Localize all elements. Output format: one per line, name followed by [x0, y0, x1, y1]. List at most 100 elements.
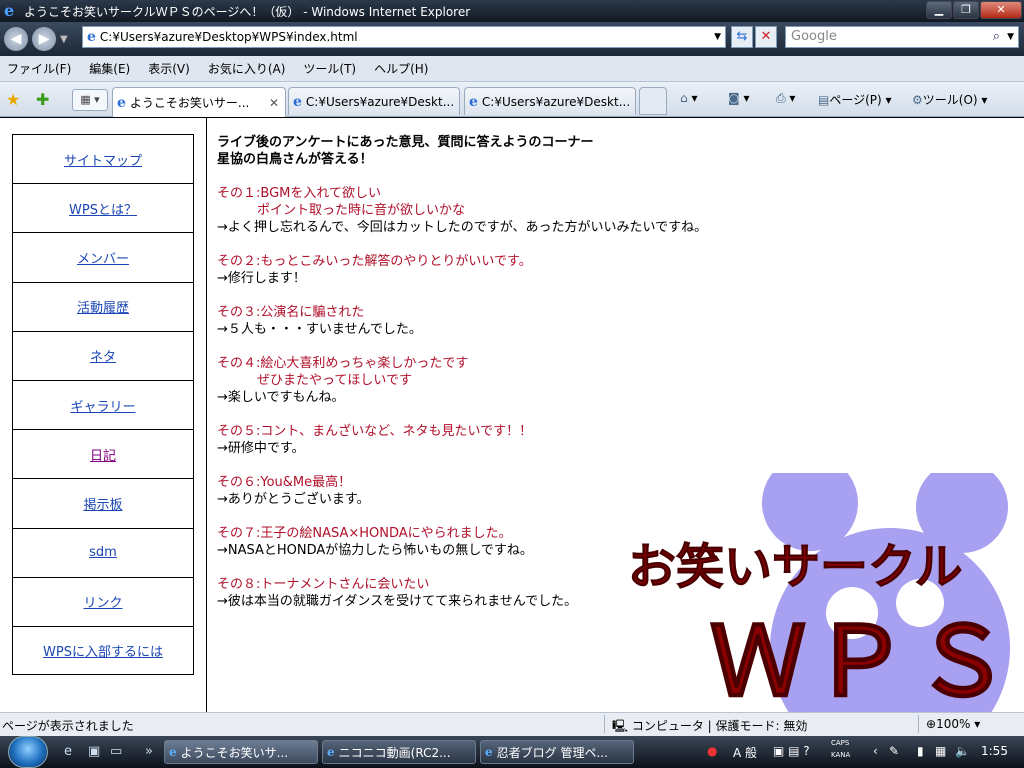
menu-view[interactable]: 表示(V) — [145, 58, 193, 79]
tools-menu-label: ツール(O) — [922, 93, 978, 107]
nav-link[interactable]: 日記 — [90, 445, 116, 464]
task-label: 忍者ブログ 管理ペ... — [496, 745, 608, 760]
tray-pen-icon[interactable]: ✎ — [889, 744, 899, 758]
ime-indicator[interactable]: A 般 — [733, 744, 757, 761]
start-button[interactable] — [8, 736, 48, 768]
answer: →修行します！ — [217, 271, 306, 286]
nav-link[interactable]: sdm — [89, 545, 117, 560]
search-placeholder: Google — [791, 29, 837, 44]
close-button[interactable]: ✕ — [980, 1, 1022, 19]
nav-item-sdm: sdm — [12, 527, 194, 577]
nav-link[interactable]: ギャラリー — [70, 396, 135, 415]
nav-link[interactable]: サイトマップ — [64, 150, 142, 169]
quicklaunch-ie-icon[interactable]: e — [64, 744, 72, 759]
menu-file[interactable]: ファイル(F) — [4, 58, 74, 79]
address-bar[interactable]: e C:¥Users¥azure¥Desktop¥WPS¥index.html … — [82, 26, 726, 48]
tab-3[interactable]: e C:¥Users¥azure¥Deskt... — [464, 87, 636, 115]
menu-tools[interactable]: ツール(T) — [300, 58, 359, 79]
taskbar: e ▣ ▭ » e ようこそお笑いサ... e ニコニコ動画(RC2... e … — [0, 736, 1024, 768]
clock[interactable]: 1:55 — [981, 744, 1008, 758]
logo-line-1: お笑いサークル — [628, 539, 963, 595]
tray-battery-icon[interactable]: ▮ — [917, 744, 924, 758]
question-continued: ポイント取った時に音が欲しいかな — [257, 203, 466, 218]
search-icon[interactable]: ⌕ — [993, 27, 1000, 47]
forward-button[interactable]: ▶ — [32, 27, 56, 51]
nav-link[interactable]: WPSに入部するには — [43, 641, 163, 660]
nav-item-bbs: 掲示板 — [12, 478, 194, 528]
print-icon[interactable]: ⎙ ▾ — [776, 91, 795, 106]
status-message: ページが表示されました — [2, 719, 134, 733]
network-icon[interactable]: ▦ — [935, 744, 946, 758]
nav-link[interactable]: WPSとは？ — [69, 199, 137, 218]
quicklaunch-more-icon[interactable]: » — [145, 744, 153, 759]
address-dropdown-icon[interactable]: ▼ — [714, 32, 721, 42]
new-tab-button[interactable] — [639, 87, 667, 115]
menu-help[interactable]: ヘルプ(H) — [371, 58, 431, 79]
tray-expand-icon[interactable]: ‹ — [873, 744, 878, 758]
minimize-button[interactable]: ▁ — [926, 1, 952, 19]
tray-app-icon[interactable]: ● — [707, 744, 717, 758]
question: その５:コント、まんざいなど、ネタも見たいです！！ — [217, 424, 533, 439]
feeds-icon[interactable]: ◙ ▾ — [728, 91, 750, 105]
nav-item-gallery: ギャラリー — [12, 379, 194, 430]
answer: →５人も・・・すいませんでした。 — [217, 322, 422, 337]
page-content: サイトマップ WPSとは？ メンバー 活動履歴 ネタ ギャラリー 日記 掲示板 … — [0, 118, 1024, 712]
gear-icon: ⚙ — [912, 93, 923, 107]
security-zone[interactable]: 🖳 コンピュータ | 保護モード: 無効 — [612, 717, 807, 738]
qa-item: その４:絵心大喜利めっちゃ楽しかったです ぜひまたやってほしいです →楽しいです… — [217, 355, 817, 406]
restore-button[interactable]: ❐ — [953, 1, 979, 19]
title-bar: e ようこそお笑いサークルＷＰＳのページへ！（仮） - Windows Inte… — [0, 0, 1024, 22]
system-tray: ● A 般 ▣ ▤ ? CAPS KANA ‹ ✎ ▮ ▦ 🔈 1:55 — [703, 736, 1024, 768]
back-button[interactable]: ◀ — [4, 27, 28, 51]
add-favorites-icon[interactable]: ✚ — [36, 90, 49, 109]
zoom-control[interactable]: ⊕100% ▾ — [926, 717, 980, 731]
nav-item-neta: ネタ — [12, 330, 194, 380]
taskbar-task-1[interactable]: e ようこそお笑いサ... — [164, 740, 318, 764]
stop-button[interactable]: ✕ — [755, 26, 777, 48]
tab-1[interactable]: e ようこそお笑いサー... ✕ — [112, 87, 286, 117]
ie-icon: e — [327, 745, 335, 759]
nav-link[interactable]: ネタ — [90, 346, 116, 365]
tab-bar: ★ ✚ ▦ ▾ e ようこそお笑いサー... ✕ e C:¥Users¥azur… — [0, 82, 1024, 117]
page-menu[interactable]: ▤ページ(P) ▾ — [818, 91, 892, 108]
favorites-star-icon[interactable]: ★ — [6, 90, 20, 109]
nav-link[interactable]: 掲示板 — [83, 494, 122, 513]
nav-item-sitemap: サイトマップ — [12, 134, 194, 184]
taskbar-task-2[interactable]: e ニコニコ動画(RC2... — [322, 740, 476, 764]
zoom-level: 100% — [936, 717, 971, 731]
page-menu-label: ページ(P) — [829, 93, 882, 107]
home-icon[interactable]: ⌂ ▾ — [680, 91, 697, 105]
menu-favorites[interactable]: お気に入り(A) — [205, 58, 289, 79]
search-dropdown-icon[interactable]: ▼ — [1007, 27, 1014, 47]
nav-link[interactable]: 活動履歴 — [77, 297, 129, 316]
search-box[interactable]: Google ⌕ ▼ — [785, 26, 1019, 48]
question: その４:絵心大喜利めっちゃ楽しかったです — [217, 356, 469, 371]
tab-label: C:¥Users¥azure¥Deskt... — [305, 94, 455, 109]
taskbar-task-3[interactable]: e 忍者ブログ 管理ペ... — [480, 740, 634, 764]
ie-icon: e — [4, 1, 15, 20]
nav-link[interactable]: メンバー — [77, 248, 129, 267]
nav-link[interactable]: リンク — [83, 592, 122, 611]
history-dropdown-icon[interactable]: ▼ — [60, 34, 68, 45]
tools-menu[interactable]: ⚙ツール(O) ▾ — [912, 91, 987, 108]
menu-edit[interactable]: 編集(E) — [86, 58, 133, 79]
intro-line-1: ライブ後のアンケートにあった意見、質問に答えようのコーナー — [217, 135, 594, 150]
tab-close-icon[interactable]: ✕ — [269, 96, 279, 110]
volume-icon[interactable]: 🔈 — [955, 744, 970, 758]
page-icon: e — [87, 29, 96, 45]
refresh-button[interactable]: ⇆ — [731, 26, 753, 48]
tray-icons[interactable]: ▣ ▤ ? — [773, 744, 810, 758]
quick-tabs-button[interactable]: ▦ ▾ — [72, 89, 108, 111]
nav-item-links: リンク — [12, 576, 194, 626]
menu-bar: ファイル(F) 編集(E) 表示(V) お気に入り(A) ツール(T) ヘルプ(… — [0, 56, 1024, 82]
tab-page-icon: e — [117, 94, 126, 111]
tab-2[interactable]: e C:¥Users¥azure¥Deskt... — [288, 87, 460, 115]
address-row: ◀ ▶ ▼ e C:¥Users¥azure¥Desktop¥WPS¥index… — [0, 22, 1024, 56]
nav-item-diary: 日記 — [12, 429, 194, 479]
quicklaunch-explorer-icon[interactable]: ▣ — [88, 744, 100, 759]
sidebar: サイトマップ WPSとは？ メンバー 活動履歴 ネタ ギャラリー 日記 掲示板 … — [0, 118, 207, 712]
status-divider — [918, 715, 919, 733]
wps-logo: お笑いサークル ＷＰＳ — [628, 473, 1011, 712]
page-icon: ▤ — [818, 93, 830, 107]
quicklaunch-desktop-icon[interactable]: ▭ — [110, 744, 122, 759]
